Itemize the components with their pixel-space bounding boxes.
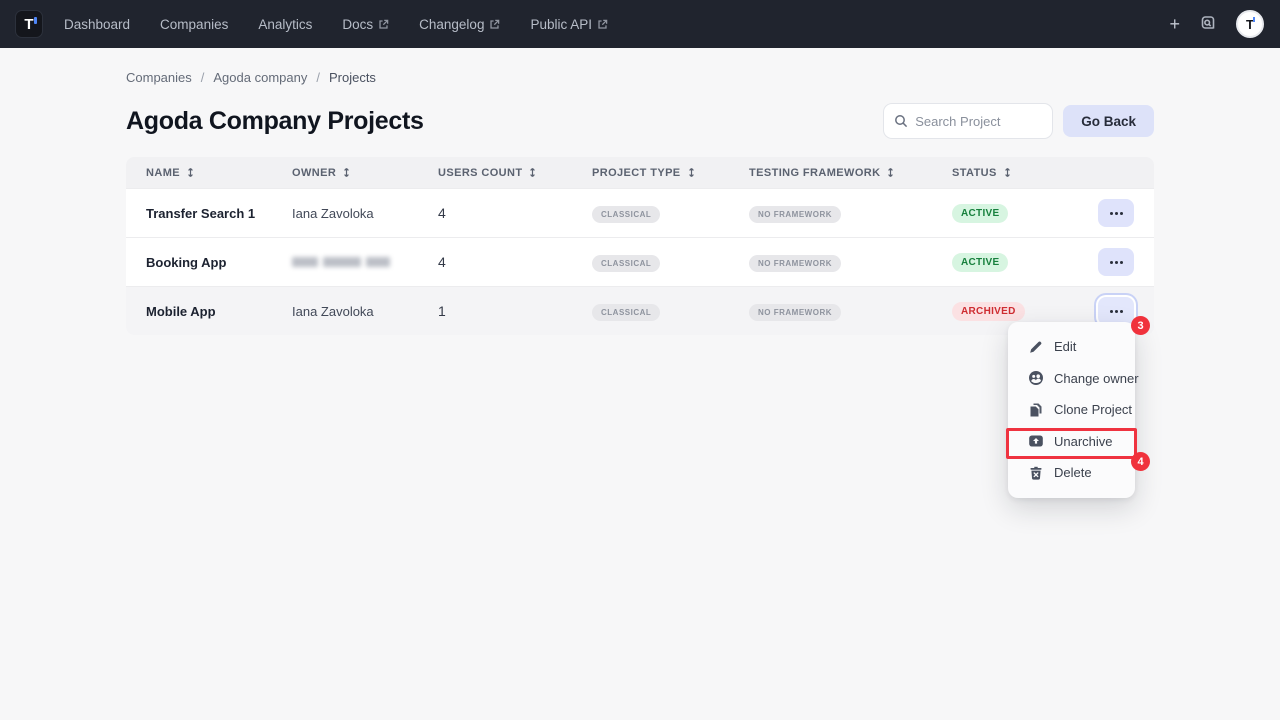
page-header: Agoda Company Projects Go Back [126, 103, 1154, 139]
unarchive-icon [1028, 433, 1044, 449]
breadcrumb-agoda-company[interactable]: Agoda company [213, 70, 307, 85]
nav-item-companies[interactable]: Companies [160, 17, 228, 32]
project-owner: Iana Zavoloka [292, 304, 438, 319]
row-actions-button[interactable] [1098, 248, 1134, 276]
table-row: Mobile App Iana Zavoloka 1 CLASSICAL NO … [126, 286, 1154, 335]
breadcrumb-companies[interactable]: Companies [126, 70, 192, 85]
project-type-badge: CLASSICAL [592, 304, 660, 321]
breadcrumb-separator: / [316, 70, 320, 85]
app-logo-letter: T [24, 17, 33, 32]
testing-framework-badge: NO FRAMEWORK [749, 304, 841, 321]
copy-icon [1028, 402, 1044, 418]
column-header-status[interactable]: Status [952, 167, 1098, 179]
nav-item-dashboard[interactable]: Dashboard [64, 17, 130, 32]
sort-icon [185, 167, 196, 178]
project-name: Transfer Search 1 [146, 206, 292, 221]
table-header-row: Name Owner Users Count Project Type Test… [126, 157, 1154, 188]
external-link-icon [378, 19, 389, 30]
search-project-input[interactable] [915, 114, 1042, 129]
sort-icon [686, 167, 697, 178]
project-users-count: 4 [438, 254, 592, 270]
external-link-icon [489, 19, 500, 30]
breadcrumb: Companies / Agoda company / Projects [126, 70, 1154, 85]
main-nav: Dashboard Companies Analytics Docs Chang… [64, 17, 608, 32]
nav-item-public-api[interactable]: Public API [530, 17, 608, 32]
page-title: Agoda Company Projects [126, 107, 424, 136]
breadcrumb-separator: / [201, 70, 205, 85]
user-avatar[interactable]: T [1236, 10, 1264, 38]
breadcrumb-projects[interactable]: Projects [329, 70, 376, 85]
project-type-badge: CLASSICAL [592, 206, 660, 223]
search-icon [894, 114, 908, 128]
status-badge: ACTIVE [952, 204, 1008, 223]
project-users-count: 4 [438, 205, 592, 221]
add-icon[interactable]: + [1169, 15, 1180, 33]
column-header-users-count[interactable]: Users Count [438, 167, 592, 179]
header-actions: Go Back [883, 103, 1154, 139]
testing-framework-badge: NO FRAMEWORK [749, 255, 841, 272]
project-name: Mobile App [146, 304, 292, 319]
support-search-icon[interactable] [1198, 14, 1218, 34]
go-back-button[interactable]: Go Back [1063, 105, 1154, 137]
project-owner-redacted [292, 257, 438, 267]
menu-item-unarchive[interactable]: Unarchive [1008, 426, 1135, 458]
project-users-count: 1 [438, 303, 592, 319]
pencil-icon [1028, 339, 1044, 355]
status-badge: ACTIVE [952, 253, 1008, 272]
column-header-owner[interactable]: Owner [292, 167, 438, 179]
app-logo-accent [34, 17, 37, 24]
page-content: Companies / Agoda company / Projects Ago… [0, 70, 1280, 335]
menu-item-edit[interactable]: Edit [1008, 331, 1135, 363]
column-header-project-type[interactable]: Project Type [592, 167, 749, 179]
nav-item-docs[interactable]: Docs [342, 17, 389, 32]
nav-item-analytics[interactable]: Analytics [258, 17, 312, 32]
menu-item-change-owner[interactable]: Change owner [1008, 363, 1135, 395]
projects-table: Name Owner Users Count Project Type Test… [126, 157, 1154, 335]
external-link-icon [597, 19, 608, 30]
table-row: Booking App 4 CLASSICAL NO FRAMEWORK ACT… [126, 237, 1154, 286]
status-badge: ARCHIVED [952, 302, 1025, 321]
sort-icon [885, 167, 896, 178]
project-type-badge: CLASSICAL [592, 255, 660, 272]
search-project-box [883, 103, 1053, 139]
redacted-text [292, 257, 438, 267]
users-icon [1028, 370, 1044, 386]
sort-icon [1002, 167, 1013, 178]
top-navigation: T Dashboard Companies Analytics Docs Cha… [0, 0, 1280, 48]
row-actions-button[interactable] [1098, 199, 1134, 227]
row-actions-button-open[interactable] [1098, 297, 1134, 325]
app-logo[interactable]: T [16, 11, 42, 37]
column-header-name[interactable]: Name [146, 167, 292, 179]
sort-icon [527, 167, 538, 178]
menu-item-clone-project[interactable]: Clone Project [1008, 394, 1135, 426]
nav-item-changelog[interactable]: Changelog [419, 17, 500, 32]
table-row: Transfer Search 1 Iana Zavoloka 4 CLASSI… [126, 188, 1154, 237]
menu-item-delete[interactable]: Delete [1008, 457, 1135, 489]
avatar-logo-accent [1253, 17, 1255, 22]
trash-icon [1028, 465, 1044, 481]
sort-icon [341, 167, 352, 178]
project-name: Booking App [146, 255, 292, 270]
row-actions-menu: Edit Change owner Clone Project Unarchiv… [1008, 322, 1135, 498]
testing-framework-badge: NO FRAMEWORK [749, 206, 841, 223]
project-owner: Iana Zavoloka [292, 206, 438, 221]
nav-right-actions: + T [1169, 10, 1264, 38]
column-header-testing-framework[interactable]: Testing Framework [749, 167, 952, 179]
